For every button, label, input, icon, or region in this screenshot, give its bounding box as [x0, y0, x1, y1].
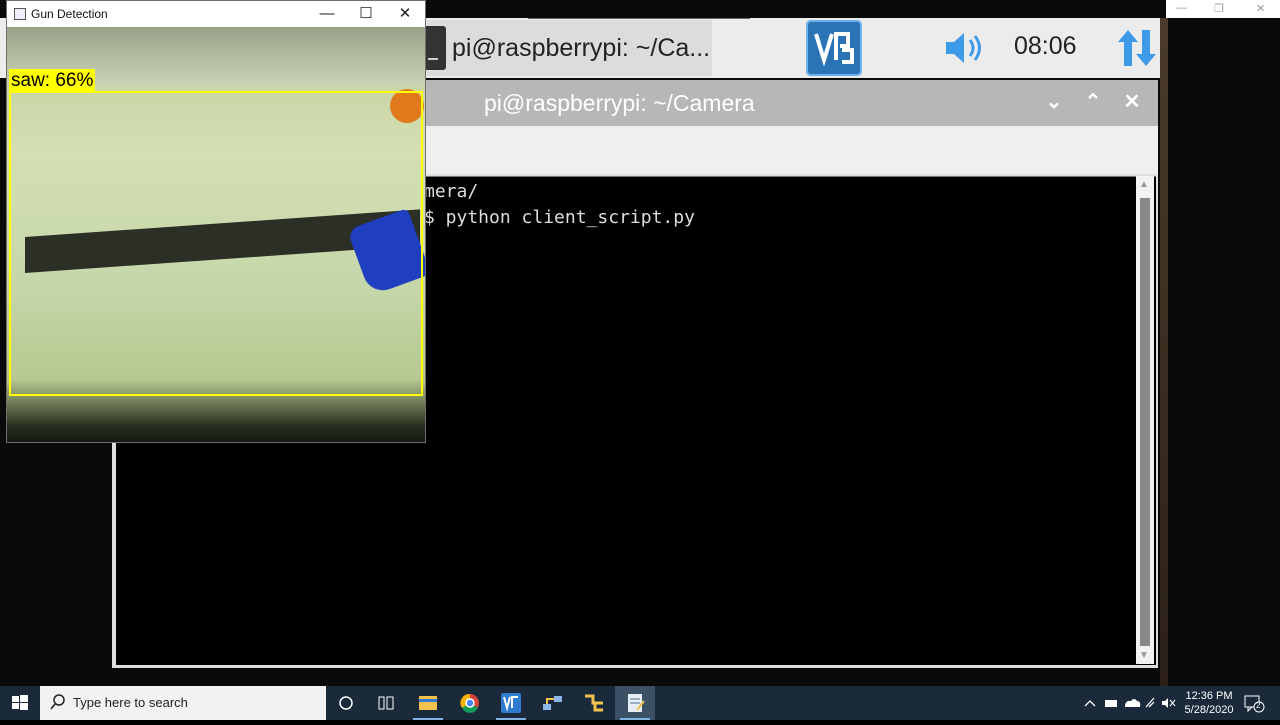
clock-time: 12:36 PM [1185, 690, 1233, 702]
file-explorer-button[interactable] [408, 686, 448, 720]
minimize-icon[interactable]: — [316, 4, 338, 24]
cortana-icon [339, 696, 353, 710]
gun-detection-titlebar[interactable]: Gun Detection — ☐ ✕ [7, 1, 425, 27]
taskbar-search-box[interactable]: Type here to search [40, 686, 326, 720]
terminal-title: pi@raspberrypi: ~/Camera [484, 90, 755, 116]
clock-date: 5/28/2020 [1184, 704, 1234, 716]
windows-start-icon [12, 695, 28, 710]
notification-icon [1244, 695, 1265, 713]
search-icon [50, 694, 65, 710]
vnc-viewer-button[interactable] [491, 686, 531, 720]
maximize-chevron-icon[interactable]: ⌃ [1081, 90, 1105, 114]
network-transfer-icon[interactable] [1114, 26, 1160, 70]
detection-label: saw: 66% [9, 69, 96, 92]
search-placeholder: Type here to search [73, 695, 188, 710]
scroll-up-icon[interactable]: ▲ [1139, 179, 1149, 190]
close-icon[interactable]: ✕ [1256, 2, 1265, 15]
mute-icon[interactable] [1162, 698, 1168, 708]
cortana-button[interactable] [326, 686, 366, 720]
vnc-tray-icon[interactable] [806, 20, 862, 76]
minimize-chevron-icon[interactable]: ⌄ [1042, 90, 1066, 114]
terminal-line: $ python client_script.py [424, 207, 695, 228]
battery-icon[interactable] [1105, 700, 1117, 707]
notification-count: 2 [1256, 701, 1261, 710]
windows-taskbar: Type here to search 12:36 PM 5/28/2020 2 [0, 686, 1280, 720]
terminal-line: mera/ [424, 181, 479, 202]
sftp-button[interactable] [574, 686, 614, 720]
window-title: Gun Detection [31, 7, 108, 21]
task-view-icon [378, 696, 394, 710]
notepad-icon [628, 694, 645, 712]
desktop-wallpaper-strip [1160, 18, 1168, 686]
detection-bounding-box [9, 91, 423, 396]
restore-icon[interactable]: ❐ [1214, 2, 1224, 15]
close-icon[interactable]: ✕ [1120, 90, 1144, 114]
chrome-icon [460, 693, 479, 713]
action-center-button[interactable]: 2 [1242, 692, 1266, 714]
vnc-logo [814, 32, 854, 67]
sftp-icon [585, 694, 603, 712]
network-share-icon [543, 696, 562, 710]
file-explorer-icon [419, 696, 437, 710]
volume-icon[interactable] [944, 30, 988, 66]
app-window-icon [14, 8, 26, 20]
chrome-button[interactable] [450, 686, 490, 720]
pi-task-label: pi@raspberrypi: ~/Ca... [452, 33, 711, 62]
cloud-icon[interactable] [1125, 699, 1141, 707]
camera-frame: saw: 66% [7, 27, 425, 442]
tray-icons [1084, 697, 1176, 708]
start-button[interactable] [0, 686, 40, 720]
scroll-down-icon[interactable]: ▼ [1139, 650, 1149, 661]
maximize-icon[interactable]: ☐ [355, 4, 377, 24]
vnc-viewer-icon [501, 693, 521, 713]
vnc-viewer-titlebar: — ❐ ✕ [1166, 0, 1280, 18]
chevron-up-icon[interactable] [1084, 700, 1096, 707]
taskbar-clock[interactable]: 12:36 PM 5/28/2020 [1180, 689, 1238, 717]
scrollbar-thumb[interactable] [1140, 198, 1150, 646]
terminal-scrollbar[interactable]: ▲ ▼ [1136, 176, 1154, 664]
gun-detection-window[interactable]: Gun Detection — ☐ ✕ saw: 66% [6, 0, 426, 443]
pi-taskbar-terminal-button[interactable]: pi@raspberrypi: ~/Ca... [420, 20, 712, 76]
notepad-button[interactable] [615, 686, 655, 720]
network-share-button[interactable] [532, 686, 572, 720]
terminal-icon [424, 26, 446, 70]
pi-clock: 08:06 [1014, 32, 1077, 60]
minimize-icon[interactable]: — [1176, 2, 1187, 14]
system-tray [1080, 686, 1180, 720]
wifi-icon[interactable] [1145, 697, 1155, 708]
close-icon[interactable]: ✕ [394, 4, 416, 24]
task-view-button[interactable] [366, 686, 406, 720]
